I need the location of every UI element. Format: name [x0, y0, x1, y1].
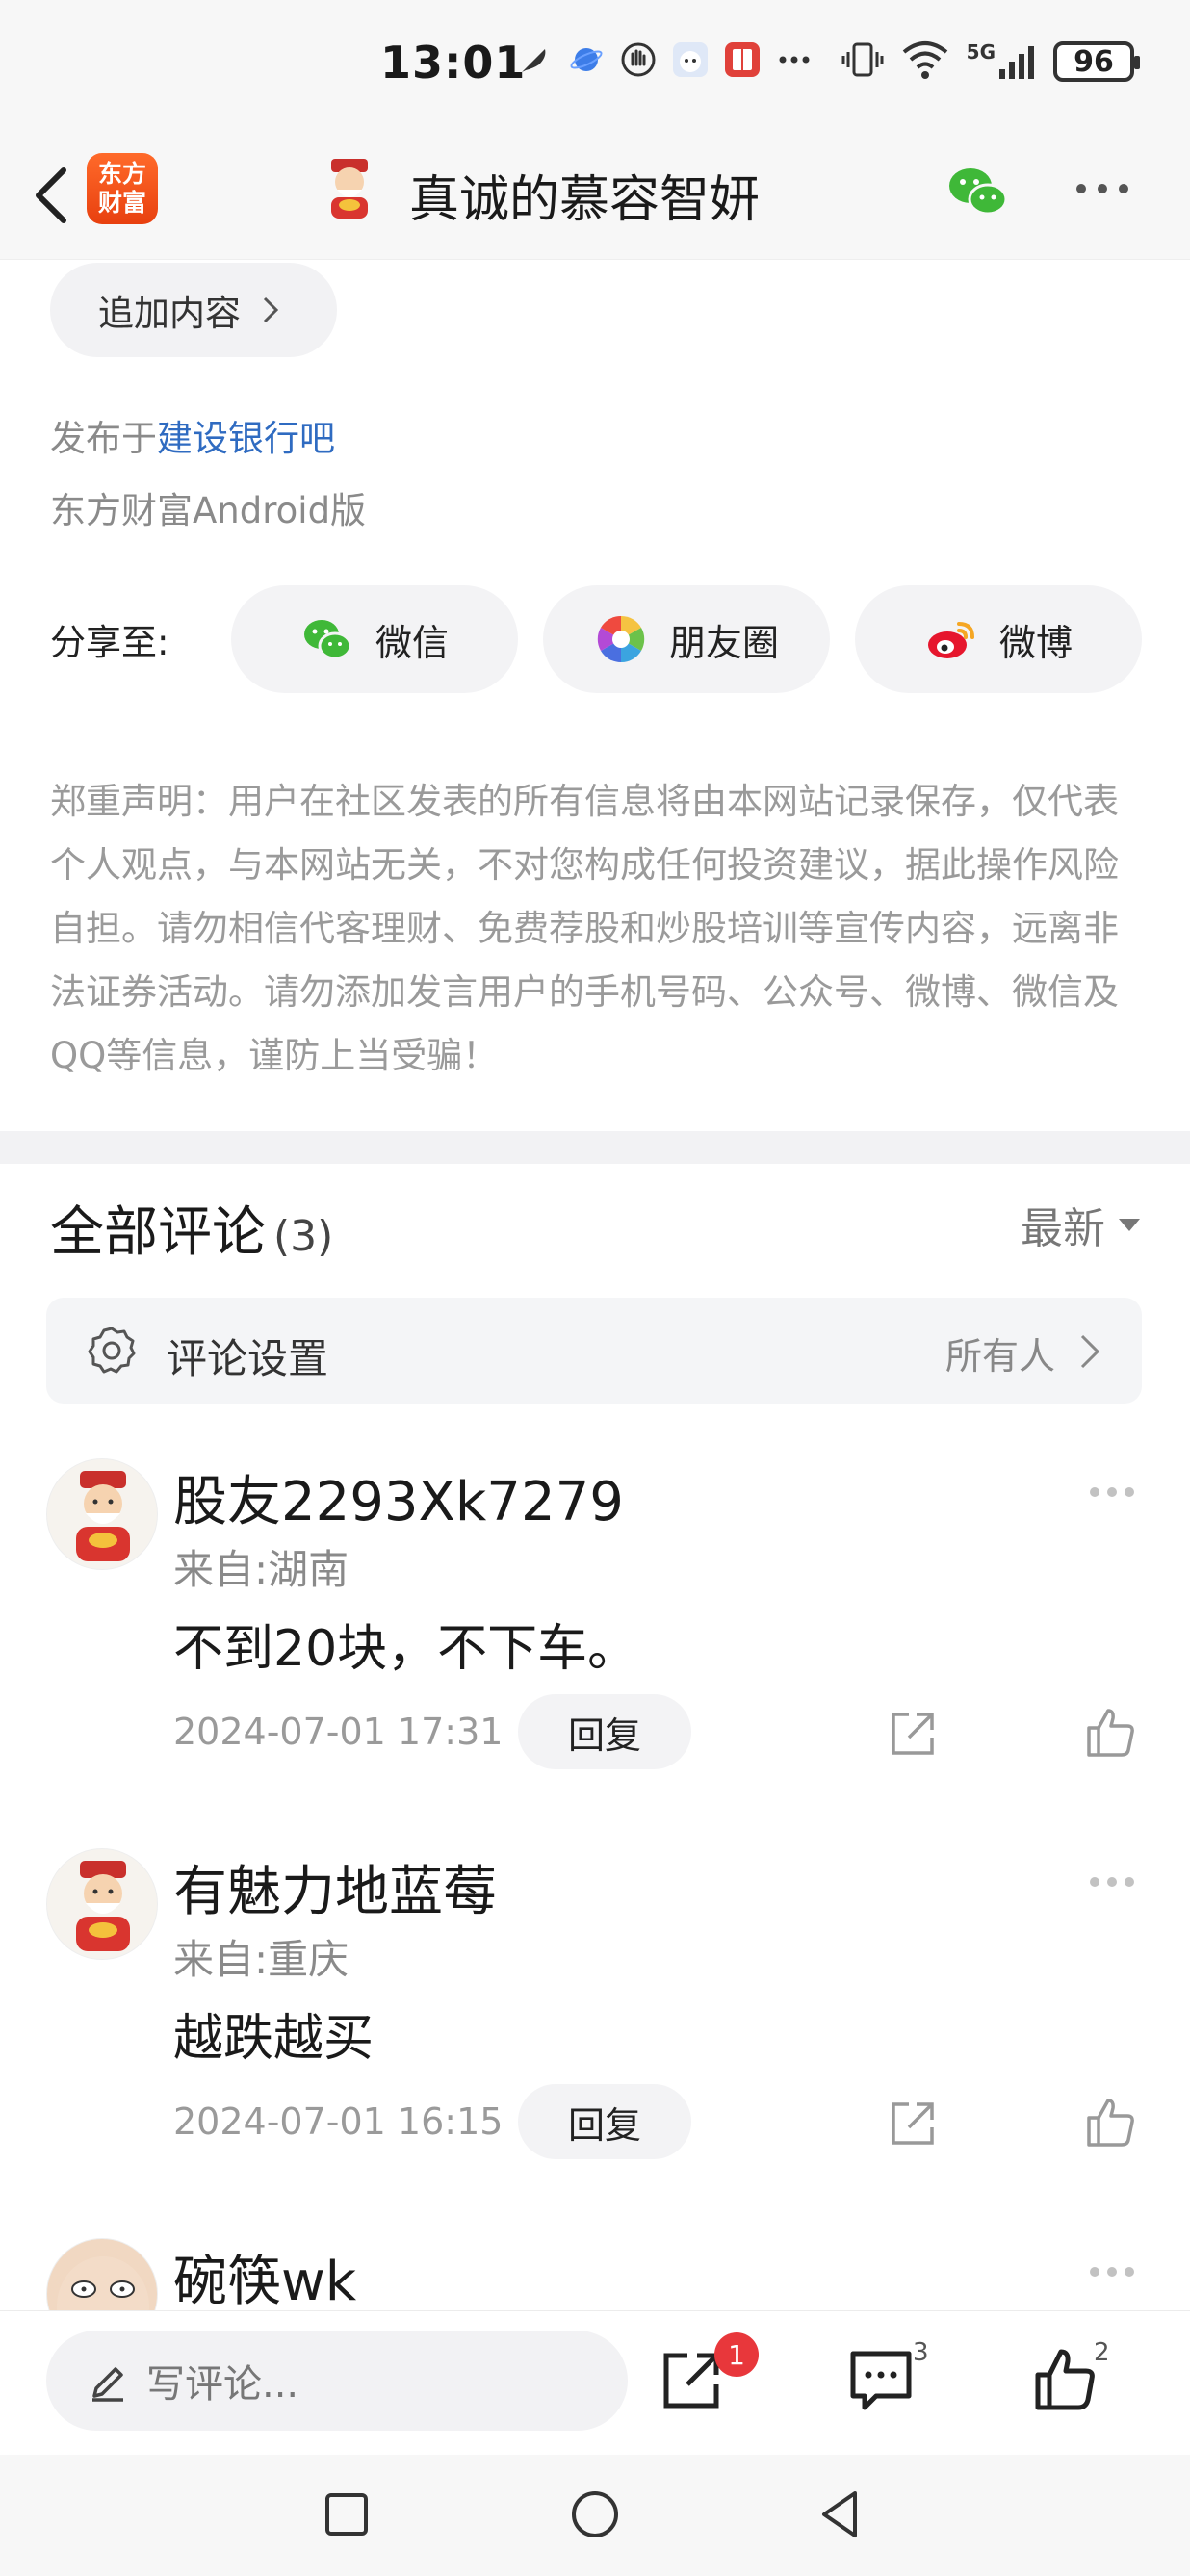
author-avatar-icon[interactable]: [318, 157, 381, 220]
comments-count: (3): [273, 1212, 334, 1261]
comment-timestamp: 2024-07-01 17:31: [173, 1711, 504, 1753]
caret-down-icon: [1119, 1218, 1140, 1231]
comment-item: 股友2293Xk7279 来自:湖南 不到20块，不下车。 2024-07-01…: [0, 1458, 1190, 1843]
gear-icon: [88, 1327, 136, 1374]
add-content-label: 追加内容: [98, 293, 241, 334]
comment-username[interactable]: 碗筷wk: [173, 2238, 356, 2310]
thumbs-up-icon[interactable]: [1083, 1705, 1139, 1761]
logo-text-line2: 财富: [97, 189, 146, 217]
moments-icon: [597, 615, 645, 663]
thumbs-up-icon[interactable]: [1083, 2095, 1139, 2151]
share-icon[interactable]: [886, 2097, 940, 2151]
comment-location: 来自:湖南: [173, 1546, 349, 1593]
share-label: 分享至:: [50, 622, 169, 663]
comment-more-icon[interactable]: [1090, 2267, 1134, 2277]
write-comment-input[interactable]: 写评论...: [46, 2331, 628, 2431]
wechat-icon[interactable]: [945, 159, 1011, 224]
wechat-icon: [303, 620, 352, 660]
share-weibo-button[interactable]: 微博: [855, 585, 1142, 693]
pencil-icon: [92, 2367, 123, 2402]
comment-more-icon[interactable]: [1090, 1487, 1134, 1497]
comment-text: 越跌越买: [173, 2010, 375, 2068]
like-count: 2: [1094, 2338, 1110, 2367]
notification-icons: [515, 40, 814, 79]
system-status-icons: 5G 96: [841, 39, 1140, 85]
comment-icon[interactable]: [847, 2346, 915, 2413]
back-arrow-icon: [36, 167, 66, 223]
planet-icon: [567, 40, 606, 79]
comment-settings-label: 评论设置: [167, 1335, 329, 1382]
comment-count: 3: [913, 2338, 929, 2367]
write-comment-placeholder: 写评论...: [146, 2362, 299, 2407]
comment-settings-value: 所有人: [944, 1335, 1055, 1378]
comments-header: 全部评论 (3): [50, 1189, 333, 1267]
reply-button[interactable]: 回复: [518, 1694, 691, 1769]
system-nav-bar: [0, 2455, 1190, 2576]
comment-username[interactable]: 股友2293Xk7279: [173, 1458, 624, 1536]
share-weibo-label: 微博: [998, 621, 1073, 664]
comments-title: 全部评论: [50, 1201, 266, 1264]
weibo-icon: [927, 622, 974, 658]
chevron-right-icon: [1080, 1334, 1100, 1369]
page-title: 真诚的慕容智妍: [409, 171, 761, 229]
wifi-icon: [901, 39, 949, 85]
published-in: 发布于建设银行吧: [50, 409, 335, 461]
bottom-action-bar: 写评论... 1 3 2: [0, 2310, 1190, 2455]
logo-text-line1: 东方: [97, 160, 146, 188]
add-content-button[interactable]: 追加内容: [50, 263, 337, 357]
hand-icon: [619, 40, 658, 79]
sort-dropdown[interactable]: 最新: [1021, 1194, 1140, 1255]
share-badge: 1: [714, 2332, 759, 2377]
comment-location: 来自:重庆: [173, 1936, 349, 1983]
published-prefix: 发布于: [50, 418, 157, 459]
share-wechat-button[interactable]: 微信: [231, 585, 518, 693]
user-avatar-icon[interactable]: [46, 1458, 158, 1570]
comment-text: 不到20块，不下车。: [173, 1620, 638, 1678]
disclaimer-text: 郑重声明：用户在社区发表的所有信息将由本网站记录保存，仅代表个人观点，与本网站无…: [50, 781, 1119, 1076]
user-avatar-icon[interactable]: [46, 2238, 158, 2310]
section-divider: [0, 1131, 1190, 1164]
battery-indicator: 96: [1053, 41, 1140, 82]
comment-timestamp: 2024-07-01 16:15: [173, 2100, 504, 2143]
recent-apps-icon[interactable]: [318, 2486, 375, 2543]
cartoon-app-icon: [671, 40, 710, 79]
comment-item: 有魅力地蓝莓 来自:重庆 越跌越买 2024-07-01 16:15 回复: [0, 1848, 1190, 2233]
feather-icon: [515, 40, 554, 79]
share-wechat-label: 微信: [375, 621, 449, 664]
user-avatar-icon[interactable]: [46, 1848, 158, 1960]
comment-item: 碗筷wk: [0, 2238, 1190, 2310]
home-icon[interactable]: [566, 2486, 624, 2543]
back-nav-icon[interactable]: [813, 2486, 870, 2543]
back-button[interactable]: [21, 157, 79, 234]
status-bar: 13:01 5G 96: [0, 0, 1190, 130]
more-notifications-icon: [775, 40, 814, 79]
sort-label: 最新: [1021, 1204, 1105, 1253]
share-moments-button[interactable]: 朋友圈: [543, 585, 830, 693]
share-moments-label: 朋友圈: [668, 621, 779, 664]
share-icon[interactable]: [886, 1707, 940, 1761]
book-app-icon: [723, 40, 762, 79]
comment-more-icon[interactable]: [1090, 1877, 1134, 1887]
app-logo[interactable]: 东方 财富: [87, 153, 158, 224]
status-time: 13:01: [380, 37, 527, 89]
comment-username[interactable]: 有魅力地蓝莓: [173, 1848, 497, 1926]
comment-settings-row[interactable]: 评论设置 所有人: [46, 1298, 1142, 1404]
platform-source: 东方财富Android版: [50, 490, 367, 531]
thumbs-up-icon[interactable]: [1032, 2346, 1099, 2413]
reply-button[interactable]: 回复: [518, 2084, 691, 2159]
forum-link[interactable]: 建设银行吧: [157, 418, 335, 459]
network-type: 5G: [966, 40, 996, 64]
more-options-icon[interactable]: [1076, 184, 1128, 193]
signal-5g-icon: 5G: [967, 42, 1036, 81]
chevron-right-icon: [263, 296, 279, 323]
vibrate-icon: [841, 39, 884, 85]
top-header: 东方 财富 真诚的慕容智妍: [0, 130, 1190, 260]
